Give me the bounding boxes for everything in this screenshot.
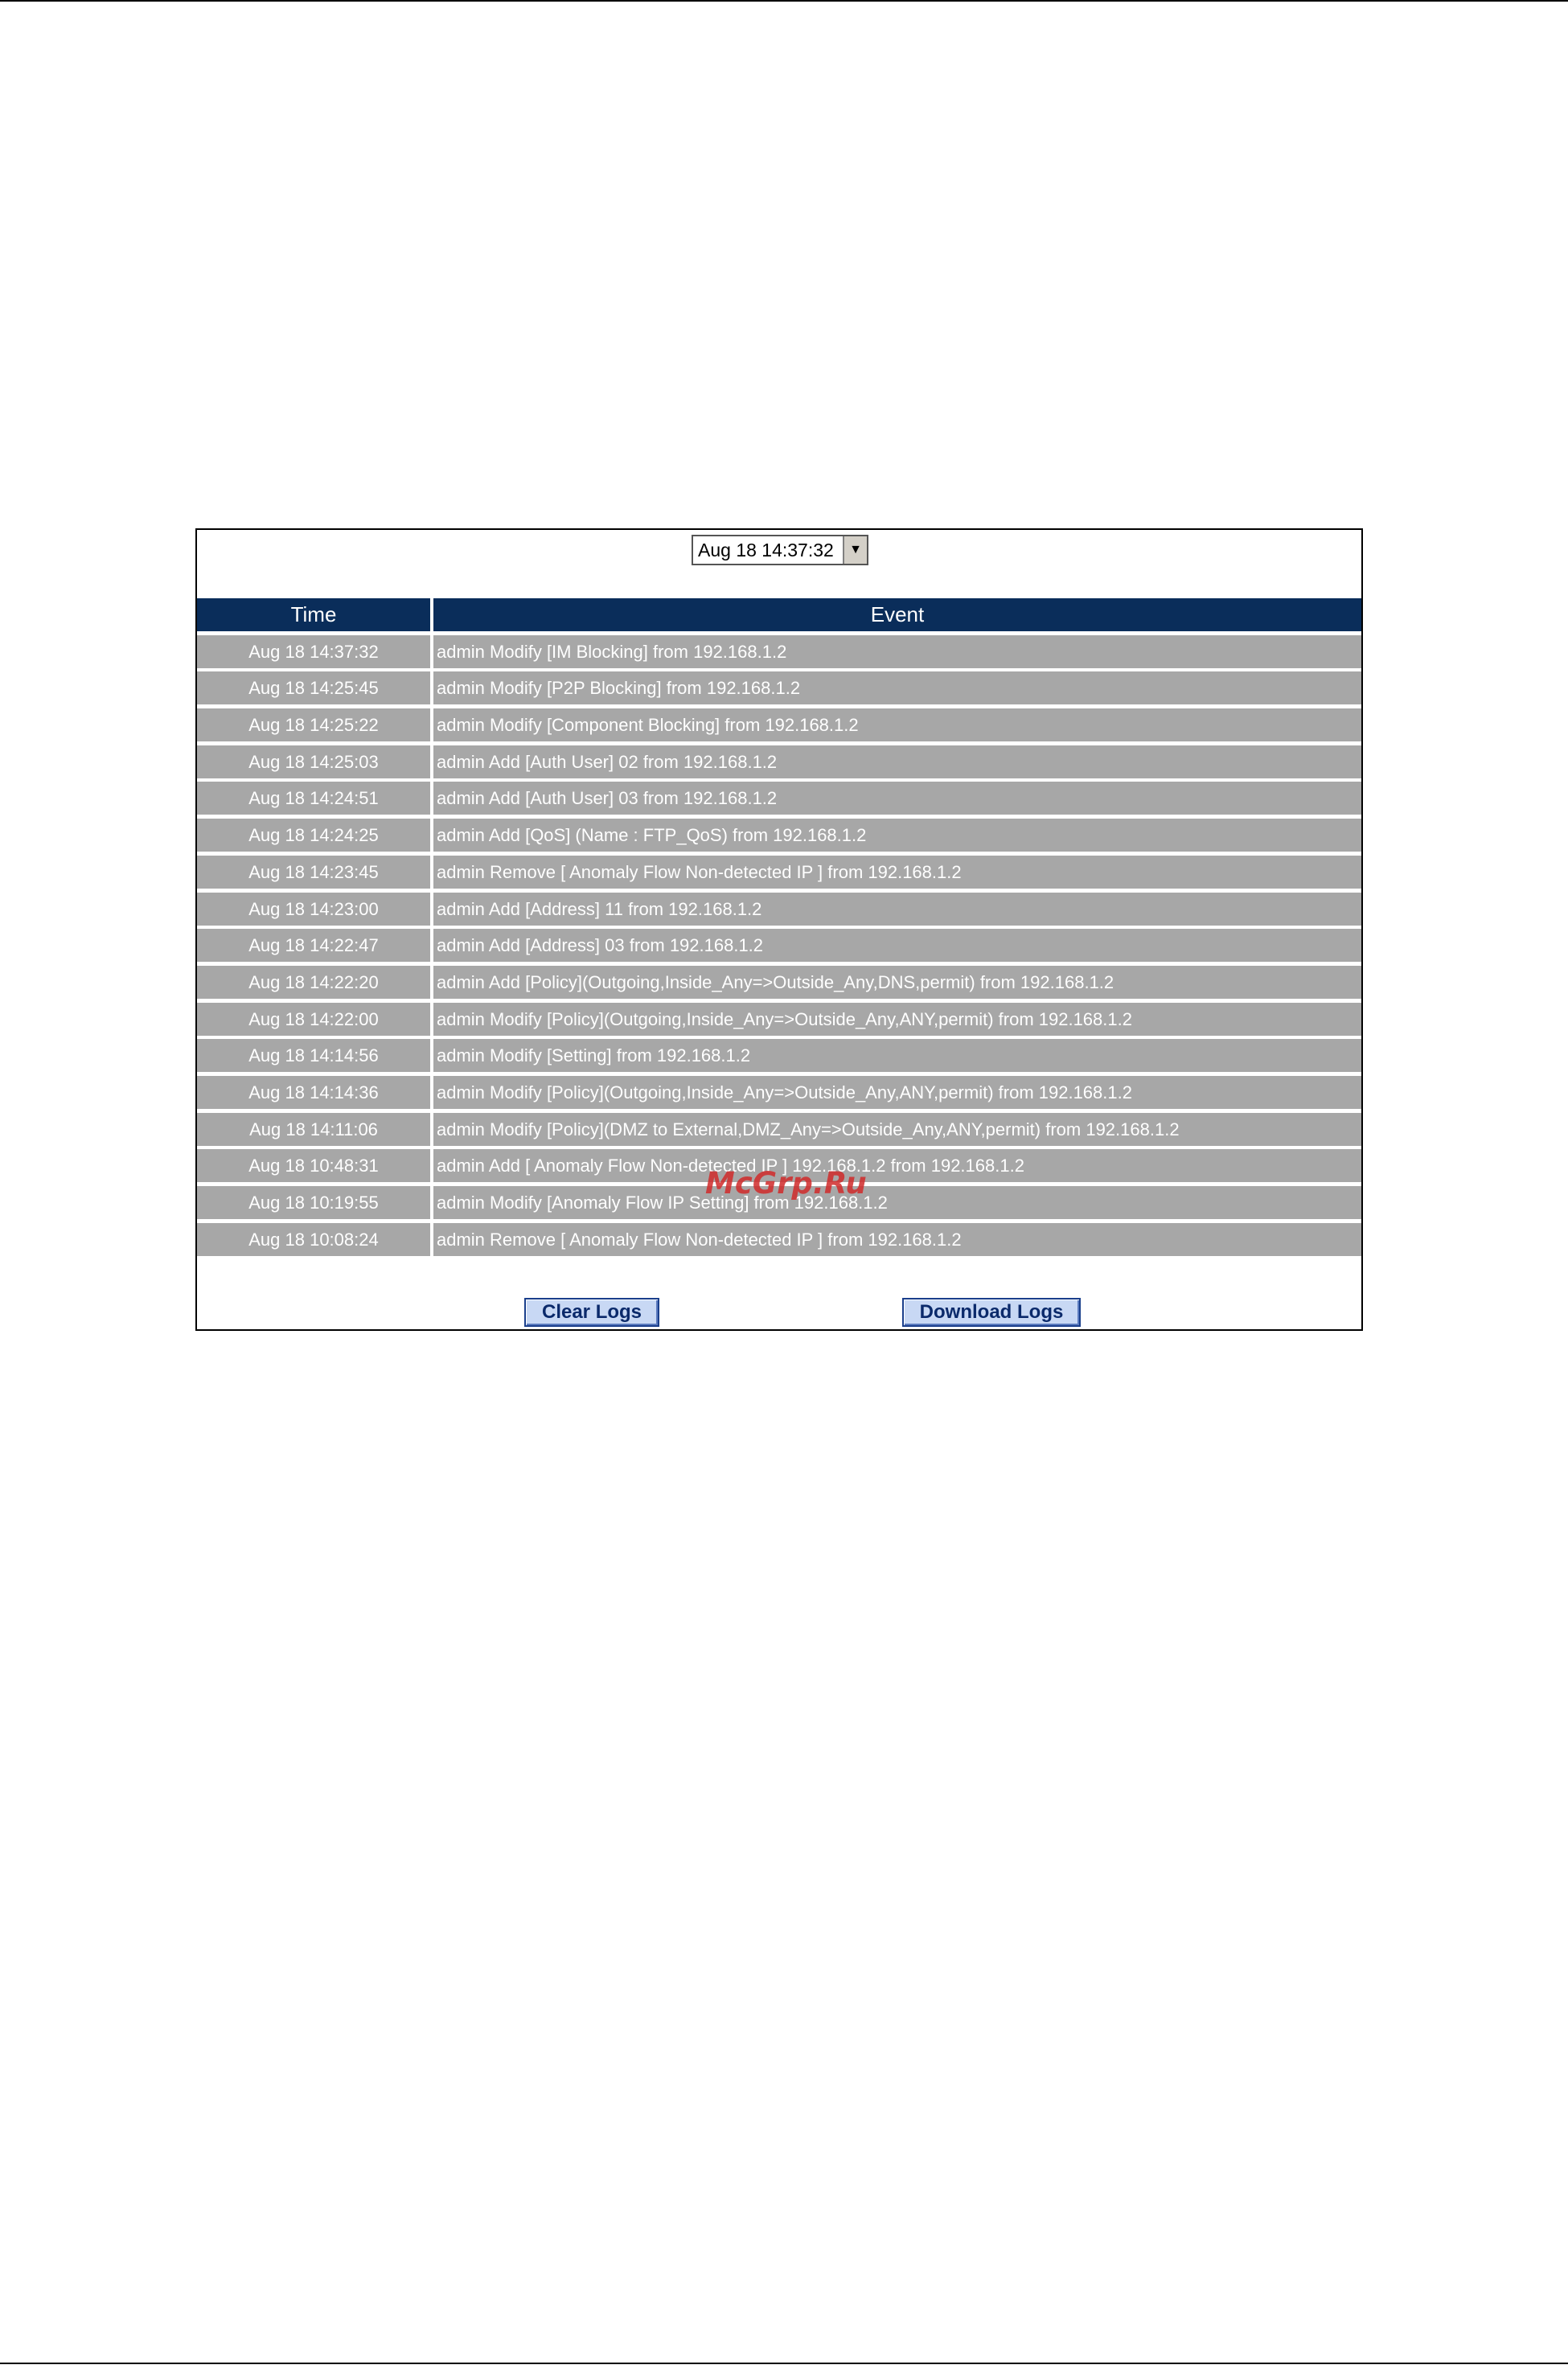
log-date-select[interactable]: Aug 18 14:37:32 ▼ (692, 535, 868, 565)
table-row: Aug 18 14:24:25 admin Add [QoS] (Name : F… (197, 819, 1361, 852)
download-logs-button[interactable]: Download Logs (902, 1298, 1081, 1327)
log-time-cell: Aug 18 10:08:24 (197, 1222, 430, 1256)
log-time-cell: Aug 18 14:11:06 (197, 1112, 430, 1146)
log-event-cell: admin Modify [P2P Blocking] from 192.168… (433, 671, 1361, 705)
table-row: Aug 18 14:23:45 admin Remove [ Anomaly Fl… (197, 855, 1361, 889)
table-row: Aug 18 14:14:36 admin Modify [Policy](Out… (197, 1075, 1361, 1109)
log-time-cell: Aug 18 14:23:45 (197, 855, 430, 889)
log-time-cell: Aug 18 10:48:31 (197, 1149, 430, 1183)
table-row: Aug 18 14:22:20 admin Add [Policy](Outgoi… (197, 965, 1361, 999)
column-header-event: Event (433, 598, 1361, 631)
log-event-cell: admin Add [QoS] (Name : FTP_QoS) from 19… (433, 819, 1361, 852)
log-time-cell: Aug 18 14:22:20 (197, 965, 430, 999)
table-row: Aug 18 14:25:22 admin Modify [Component B… (197, 708, 1361, 742)
log-time-cell: Aug 18 14:24:51 (197, 782, 430, 815)
table-row: Aug 18 14:22:00 admin Modify [Policy](Out… (197, 1002, 1361, 1036)
log-time-cell: Aug 18 14:25:03 (197, 745, 430, 778)
log-event-cell: admin Remove [ Anomaly Flow Non-detected… (433, 855, 1361, 889)
table-row: Aug 18 14:25:45 admin Modify [P2P Blockin… (197, 671, 1361, 705)
log-event-cell: admin Add [Policy](Outgoing,Inside_Any=>… (433, 965, 1361, 999)
log-event-cell: admin Add [ Anomaly Flow Non-detected IP… (433, 1149, 1361, 1183)
table-row: Aug 18 14:23:00 admin Add [Address] 11 fr… (197, 892, 1361, 926)
clear-logs-button[interactable]: Clear Logs (524, 1298, 659, 1327)
log-time-cell: Aug 18 10:19:55 (197, 1186, 430, 1219)
log-date-select-value: Aug 18 14:37:32 (698, 540, 834, 560)
log-event-cell: admin Add [Address] 11 from 192.168.1.2 (433, 892, 1361, 926)
page-bottom-rule (0, 2363, 1568, 2364)
table-row: Aug 18 14:22:47 admin Add [Address] 03 fr… (197, 929, 1361, 963)
system-log-panel: Aug 18 14:37:32 ▼ Time Event Aug 18 14:3… (195, 528, 1363, 1331)
log-time-cell: Aug 18 14:23:00 (197, 892, 430, 926)
log-event-cell: admin Modify [Policy](Outgoing,Inside_An… (433, 1075, 1361, 1109)
table-row: Aug 18 14:24:51 admin Add [Auth User] 03 … (197, 782, 1361, 815)
log-time-cell: Aug 18 14:25:22 (197, 708, 430, 742)
log-time-cell: Aug 18 14:25:45 (197, 671, 430, 705)
column-header-time: Time (197, 598, 430, 631)
log-time-cell: Aug 18 14:37:32 (197, 634, 430, 668)
log-event-cell: admin Modify [Anomaly Flow IP Setting] f… (433, 1186, 1361, 1219)
table-row: Aug 18 14:25:03 admin Add [Auth User] 02 … (197, 745, 1361, 778)
log-time-cell: Aug 18 14:22:00 (197, 1002, 430, 1036)
log-table: Time Event Aug 18 14:37:32 admin Modify [… (197, 598, 1361, 1259)
log-time-cell: Aug 18 14:24:25 (197, 819, 430, 852)
log-event-cell: admin Modify [Component Blocking] from 1… (433, 708, 1361, 742)
log-event-cell: admin Remove [ Anomaly Flow Non-detected… (433, 1222, 1361, 1256)
log-time-cell: Aug 18 14:22:47 (197, 929, 430, 963)
log-event-cell: admin Modify [Policy](Outgoing,Inside_An… (433, 1002, 1361, 1036)
page-top-rule (0, 0, 1568, 2)
log-event-cell: admin Modify [Setting] from 192.168.1.2 (433, 1039, 1361, 1073)
table-row: Aug 18 14:11:06 admin Modify [Policy](DMZ… (197, 1112, 1361, 1146)
table-row: Aug 18 14:37:32 admin Modify [IM Blocking… (197, 634, 1361, 668)
log-event-cell: admin Add [Auth User] 03 from 192.168.1.… (433, 782, 1361, 815)
chevron-down-icon[interactable]: ▼ (843, 536, 867, 564)
table-row: Aug 18 10:08:24 admin Remove [ Anomaly Fl… (197, 1222, 1361, 1256)
log-event-cell: admin Modify [Policy](DMZ to External,DM… (433, 1112, 1361, 1146)
watermark-logo: McGrp.Ru (705, 1166, 867, 1201)
table-row: Aug 18 14:14:56 admin Modify [Setting] fr… (197, 1039, 1361, 1073)
log-event-cell: admin Modify [IM Blocking] from 192.168.… (433, 634, 1361, 668)
log-event-cell: admin Add [Auth User] 02 from 192.168.1.… (433, 745, 1361, 778)
log-time-cell: Aug 18 14:14:36 (197, 1075, 430, 1109)
table-header-row: Time Event (197, 598, 1361, 631)
log-time-cell: Aug 18 14:14:56 (197, 1039, 430, 1073)
log-event-cell: admin Add [Address] 03 from 192.168.1.2 (433, 929, 1361, 963)
